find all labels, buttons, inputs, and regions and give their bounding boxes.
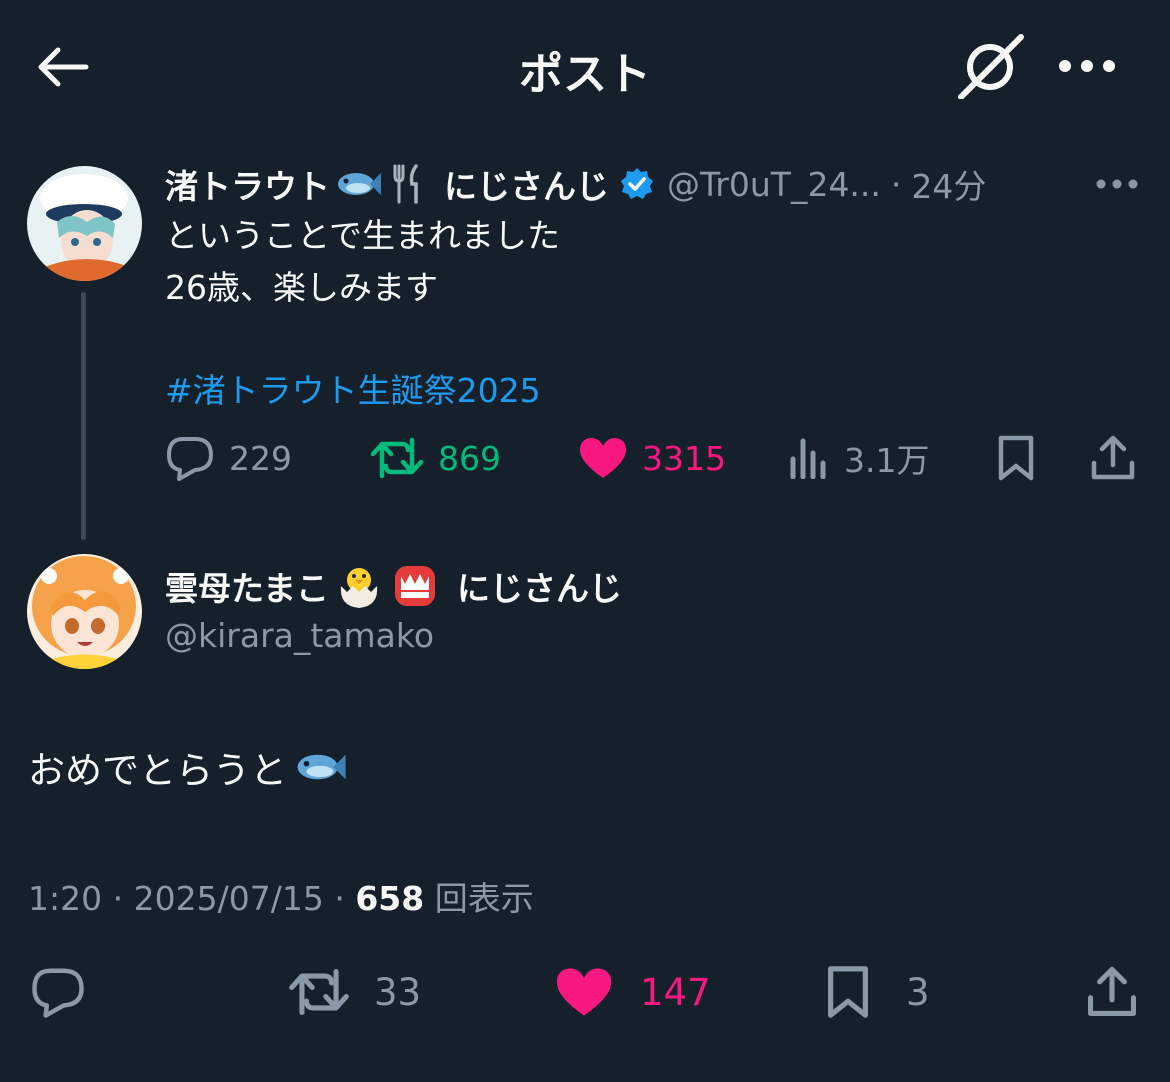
post-more-button[interactable] [1090, 168, 1144, 200]
share-icon [1091, 435, 1135, 480]
thread-line [81, 292, 86, 540]
affiliation: にじさんじ [457, 569, 623, 608]
handle[interactable]: @kirara_tamako [165, 616, 434, 655]
grok-icon [958, 34, 1024, 99]
fork-knife-emoji-icon [393, 164, 418, 204]
bookmark-icon [998, 435, 1034, 481]
post-header-line: 渚トラウト にじさんじ @Tr0uT_24... · 24分 [165, 160, 1145, 208]
views-count: 3.1万 [844, 441, 930, 480]
display-name[interactable]: 渚トラウト [165, 160, 330, 208]
like-count: 3315 [642, 438, 726, 478]
reply-icon [167, 437, 213, 481]
bookmark-button[interactable]: 3 [826, 962, 930, 1022]
verified-badge-icon [621, 168, 653, 199]
views-button[interactable]: 3.1万 [788, 432, 929, 484]
reply-button[interactable]: 229 [165, 432, 292, 484]
heart-filled-icon [556, 968, 612, 1016]
heart-filled-icon [580, 438, 626, 478]
fish-emoji-icon [338, 173, 381, 195]
retweet-icon [370, 437, 424, 479]
like-button[interactable]: 147 [554, 962, 711, 1022]
reply-icon [32, 968, 84, 1018]
separator: · [112, 879, 124, 918]
main-post-body: おめでとらうと [28, 740, 347, 794]
more-horizontal-icon [1059, 60, 1115, 72]
post-time[interactable]: 24分 [911, 160, 986, 208]
reply-count: 229 [229, 438, 292, 478]
analytics-icon [790, 438, 826, 479]
hashtag-link[interactable]: #渚トラウト生誕祭2025 [165, 364, 541, 412]
hatching-chick-emoji-icon [340, 568, 378, 608]
handle[interactable]: @Tr0uT_24... [667, 165, 881, 204]
separator: · [334, 879, 345, 918]
retweet-icon [289, 968, 349, 1016]
avatar-trout[interactable] [27, 166, 142, 281]
fish-emoji-icon [297, 754, 346, 780]
crown-badge-emoji-icon [395, 566, 436, 606]
views-label: 回表示 [434, 879, 534, 918]
more-horizontal-icon [1096, 179, 1138, 189]
avatar-image [27, 554, 142, 669]
post-time: 1:20 [28, 879, 103, 918]
share-button[interactable] [1088, 432, 1138, 484]
post-meta: 1:20 · 2025/07/15 · 658 回表示 [28, 872, 534, 920]
avatar-tamako[interactable] [27, 554, 142, 669]
share-button[interactable] [1084, 962, 1140, 1022]
retweet-button[interactable]: 869 [370, 432, 501, 484]
retweet-count: 33 [374, 970, 422, 1014]
share-icon [1087, 966, 1137, 1017]
view-count[interactable]: 658 [355, 879, 424, 918]
separator: · [890, 164, 902, 204]
display-name[interactable]: 雲母たまこ [165, 562, 329, 610]
post-body-line-1: ということで生まれました [165, 216, 561, 255]
retweet-button[interactable]: 33 [288, 962, 421, 1022]
bookmark-count: 3 [906, 970, 930, 1014]
bookmark-icon [828, 966, 868, 1018]
like-count: 147 [640, 970, 711, 1014]
post-body: ということで生まれました 26歳、楽しみます [165, 210, 1065, 314]
affiliation: にじさんじ [444, 167, 609, 206]
more-button[interactable] [1052, 46, 1122, 86]
reply-button[interactable] [28, 962, 88, 1022]
retweet-count: 869 [438, 438, 501, 478]
author-line: 雲母たまこ にじさんじ [165, 562, 622, 610]
post-body-line-2: 26歳、楽しみます [165, 268, 438, 307]
bookmark-button[interactable] [992, 432, 1040, 484]
main-post-text: おめでとらうと [28, 749, 287, 792]
avatar-image [27, 166, 142, 281]
post-date: 2025/07/15 [133, 879, 324, 918]
grok-button[interactable] [952, 30, 1028, 102]
like-button[interactable]: 3315 [578, 432, 726, 484]
